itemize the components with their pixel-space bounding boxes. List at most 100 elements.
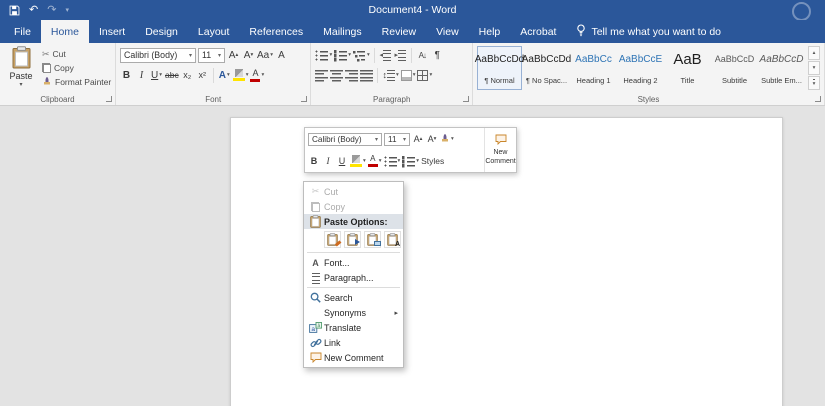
tab-acrobat[interactable]: Acrobat xyxy=(510,20,566,43)
font-name-combo[interactable]: Calibri (Body) ▾ xyxy=(120,48,196,63)
menu-item-translate[interactable]: aâ Translate xyxy=(304,320,403,335)
mini-grow-font-button[interactable]: A▴ xyxy=(412,132,424,146)
style-heading-1[interactable]: AaBbCc Heading 1 xyxy=(571,46,616,90)
font-color-button[interactable]: A▾ xyxy=(250,67,264,83)
paste-keep-source-formatting-button[interactable] xyxy=(324,231,341,248)
style-name: Title xyxy=(666,76,709,85)
menu-item-cut[interactable]: ✂ Cut xyxy=(304,184,403,199)
mini-italic-button[interactable]: I xyxy=(322,154,334,168)
show-hide-button[interactable]: ¶ xyxy=(431,47,444,63)
menu-item-synonyms[interactable]: Synonyms ▸ xyxy=(304,305,403,320)
font-color-glyph: A xyxy=(370,155,375,163)
numbering-button[interactable]: ▾ xyxy=(334,47,351,63)
style-subtitle[interactable]: AaBbCcD Subtitle xyxy=(712,46,757,90)
mini-bold-button[interactable]: B xyxy=(308,154,320,168)
menu-item-paragraph[interactable]: Paragraph... xyxy=(304,270,403,285)
bold-button[interactable]: B xyxy=(120,67,133,83)
tab-design[interactable]: Design xyxy=(135,20,188,43)
mini-underline-button[interactable]: U xyxy=(336,154,348,168)
cut-button[interactable]: ✂ Cut xyxy=(42,48,111,60)
copy-button[interactable]: Copy xyxy=(42,62,111,74)
menu-label-cut: Cut xyxy=(324,187,338,197)
increase-indent-button[interactable]: ▸ xyxy=(394,47,407,63)
menu-item-new-comment[interactable]: New Comment xyxy=(304,350,403,365)
styles-scroll-down-button[interactable]: ▾ xyxy=(808,61,820,75)
customize-quick-access-icon[interactable]: ▾ xyxy=(65,7,69,14)
style-no-spacing[interactable]: AaBbCcDd ¶ No Spac... xyxy=(524,46,569,90)
redo-icon[interactable]: ↷ xyxy=(47,5,56,16)
clear-formatting-button[interactable]: A xyxy=(275,47,288,63)
mini-font-color-button[interactable]: A▾ xyxy=(368,154,382,168)
paste-keep-text-only-button[interactable]: A xyxy=(384,231,401,248)
change-case-button[interactable]: Aa▾ xyxy=(257,47,273,63)
style-preview: AaBbCcD xyxy=(713,49,756,69)
style-heading-2[interactable]: AaBbCcE Heading 2 xyxy=(618,46,663,90)
tab-references[interactable]: References xyxy=(239,20,313,43)
justify-button[interactable] xyxy=(360,67,373,83)
style-normal[interactable]: AaBbCcDd ¶ Normal xyxy=(477,46,522,90)
styles-scroll-up-button[interactable]: ▴ xyxy=(808,46,820,60)
align-left-button[interactable] xyxy=(315,67,328,83)
tab-home[interactable]: Home xyxy=(41,20,89,43)
styles-dialog-launcher[interactable] xyxy=(815,96,821,102)
mini-font-name-combo[interactable]: Calibri (Body) ▾ xyxy=(308,133,382,146)
decrease-indent-button[interactable]: ◂ xyxy=(379,47,392,63)
styles-more-button[interactable]: ▾ xyxy=(808,76,820,90)
paste-merge-formatting-button[interactable] xyxy=(344,231,361,248)
chevron-down-icon: ▾ xyxy=(227,72,230,78)
superscript-button[interactable]: x² xyxy=(196,67,209,83)
underline-glyph: U xyxy=(151,70,158,81)
bullets-button[interactable]: ▾ xyxy=(315,47,332,63)
menu-item-link[interactable]: Link xyxy=(304,335,403,350)
text-effects-button[interactable]: A▾ xyxy=(218,67,231,83)
paste-button[interactable]: Paste ▾ xyxy=(4,46,38,92)
ribbon-tab-bar: File Home Insert Design Layout Reference… xyxy=(0,20,825,43)
mini-new-comment-button[interactable]: New Comment xyxy=(484,128,516,172)
align-center-button[interactable] xyxy=(330,67,343,83)
tab-file[interactable]: File xyxy=(4,20,41,43)
tell-me-box[interactable]: Tell me what you want to do xyxy=(566,20,731,43)
multilevel-list-button[interactable]: ▾ xyxy=(353,47,370,63)
down-icon: ▾ xyxy=(434,136,437,142)
subscript-button[interactable]: x₂ xyxy=(181,67,194,83)
mini-font-size-combo[interactable]: 11 ▾ xyxy=(384,133,410,146)
menu-label-copy: Copy xyxy=(324,202,345,212)
underline-button[interactable]: U▾ xyxy=(150,67,163,83)
style-subtle-emphasis[interactable]: AaBbCcD Subtle Em... xyxy=(759,46,804,90)
save-icon[interactable] xyxy=(9,5,20,16)
mini-shrink-font-button[interactable]: A▾ xyxy=(426,132,438,146)
mini-bullets-button[interactable]: ▾ xyxy=(384,154,401,168)
paste-picture-button[interactable] xyxy=(364,231,381,248)
align-right-button[interactable] xyxy=(345,67,358,83)
tab-layout[interactable]: Layout xyxy=(188,20,240,43)
font-dialog-launcher[interactable] xyxy=(301,96,307,102)
tab-mailings[interactable]: Mailings xyxy=(313,20,372,43)
mini-text-highlight-button[interactable]: ▾ xyxy=(350,154,366,168)
undo-icon[interactable]: ↶ xyxy=(29,5,38,16)
format-painter-button[interactable]: Format Painter xyxy=(42,76,111,88)
tab-insert[interactable]: Insert xyxy=(89,20,135,43)
menu-item-search[interactable]: Search xyxy=(304,290,403,305)
grow-font-button[interactable]: A▴ xyxy=(227,47,240,63)
mini-format-painter-button[interactable]: ▾ xyxy=(440,132,454,146)
shrink-font-button[interactable]: A▾ xyxy=(242,47,255,63)
sort-button[interactable]: A↓ xyxy=(416,47,429,63)
text-highlight-button[interactable]: ▾ xyxy=(233,67,249,83)
borders-button[interactable]: ▾ xyxy=(417,67,432,83)
mini-styles-button[interactable]: Styles xyxy=(421,154,444,168)
font-size-combo[interactable]: 11 ▾ xyxy=(198,48,225,63)
shading-button[interactable]: ▾ xyxy=(401,67,416,83)
menu-item-font[interactable]: A Font... xyxy=(304,255,403,270)
menu-item-copy[interactable]: Copy xyxy=(304,199,403,214)
tab-help[interactable]: Help xyxy=(469,20,511,43)
multilevel-list-icon xyxy=(353,49,366,62)
tab-review[interactable]: Review xyxy=(372,20,426,43)
tab-view[interactable]: View xyxy=(426,20,469,43)
line-spacing-button[interactable]: ↕▾ xyxy=(382,67,398,83)
italic-button[interactable]: I xyxy=(135,67,148,83)
mini-numbering-button[interactable]: ▾ xyxy=(402,154,419,168)
paragraph-dialog-launcher[interactable] xyxy=(463,96,469,102)
style-title[interactable]: AaB Title xyxy=(665,46,710,90)
strikethrough-button[interactable]: abc xyxy=(165,67,179,83)
clipboard-dialog-launcher[interactable] xyxy=(106,96,112,102)
